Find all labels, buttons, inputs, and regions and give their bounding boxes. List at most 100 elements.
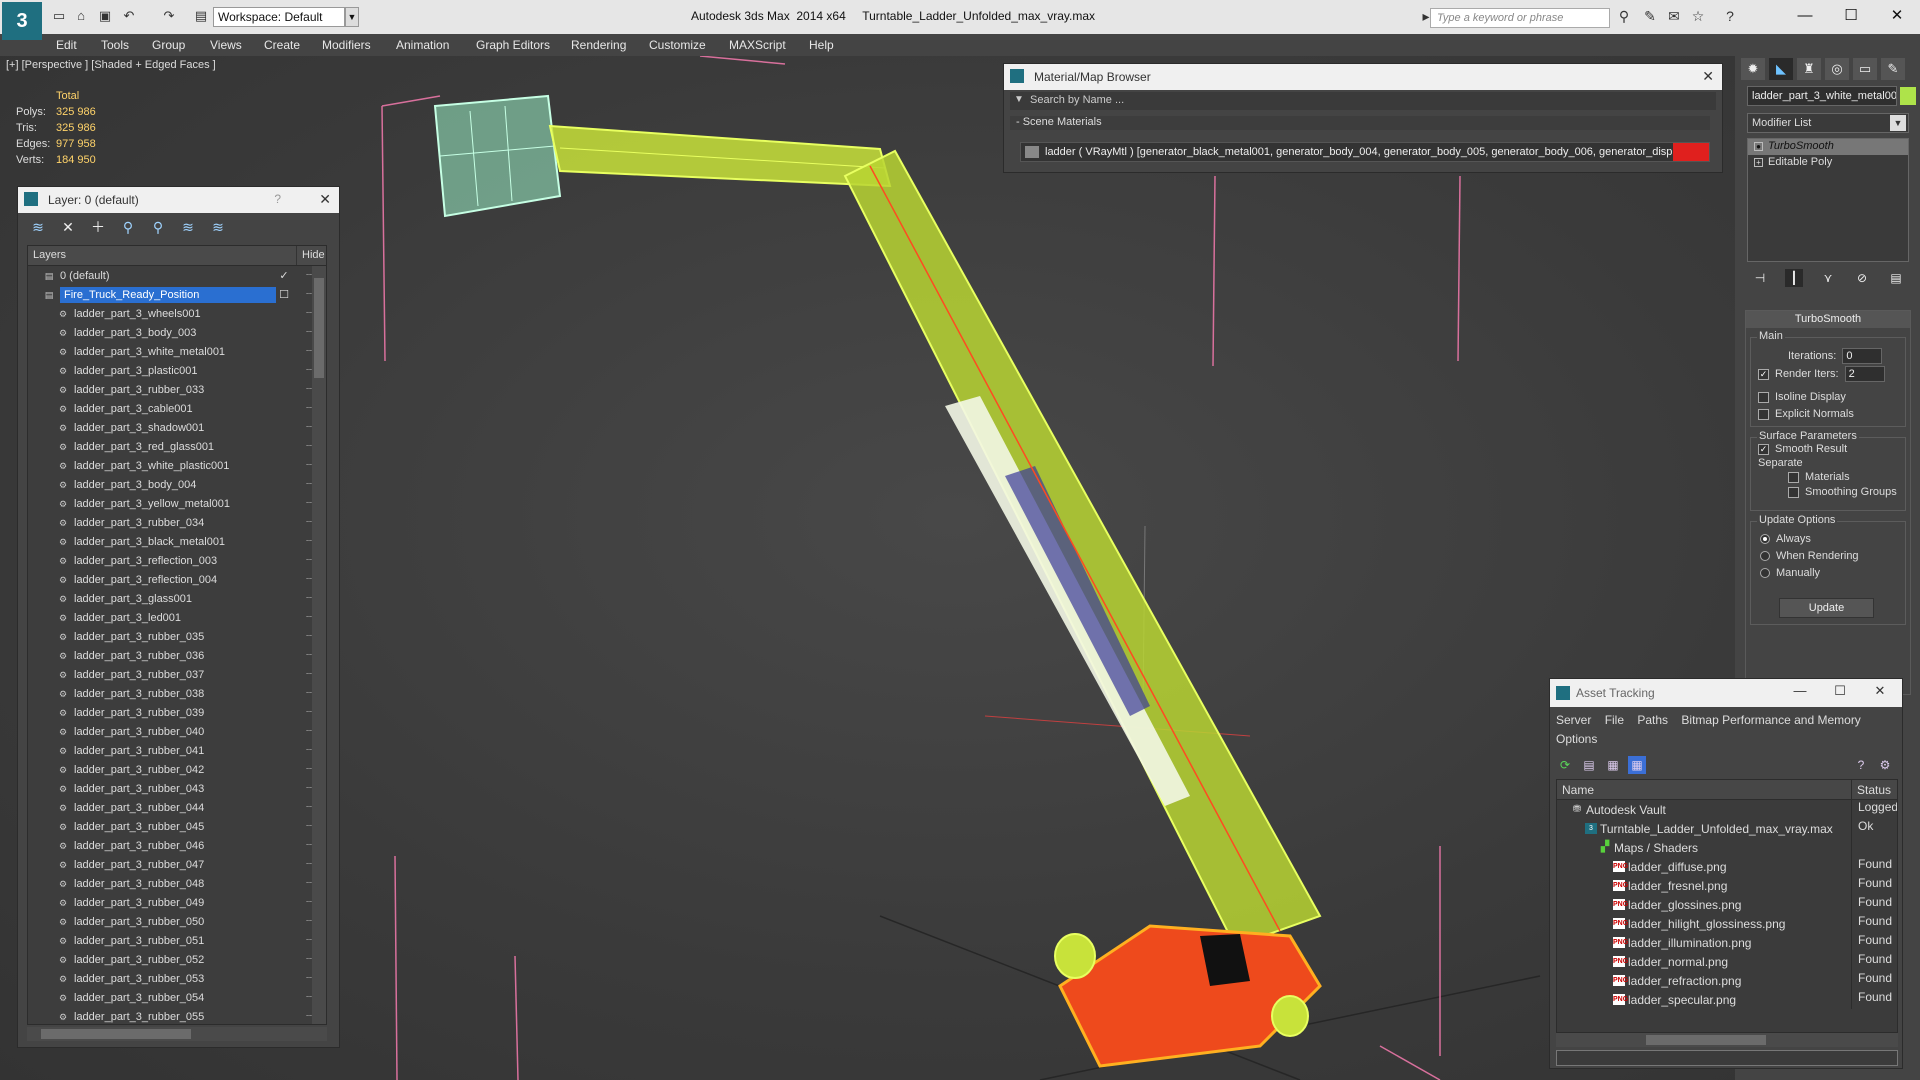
- minimize-icon[interactable]: —: [1780, 683, 1820, 703]
- asset-tracking-title[interactable]: Asset Tracking — ☐ ✕: [1550, 679, 1902, 707]
- app-logo-icon[interactable]: 3: [2, 2, 42, 40]
- smooth-result-checkbox[interactable]: ✓: [1758, 443, 1769, 455]
- table-view-icon[interactable]: ▦: [1628, 756, 1646, 774]
- isoline-checkbox[interactable]: [1758, 391, 1769, 403]
- layer-row[interactable]: ⚙ ladder_part_3_rubber_033 ┄: [28, 380, 326, 399]
- menu-animation[interactable]: Animation: [396, 38, 449, 52]
- render-iters-spinner[interactable]: 2: [1844, 366, 1885, 382]
- layer-row[interactable]: ⚙ ladder_part_3_rubber_055 ┄: [28, 1007, 326, 1024]
- current-layer-marker[interactable]: ☐: [276, 288, 292, 301]
- when-rendering-radio[interactable]: [1760, 551, 1770, 561]
- layer-row[interactable]: ⚙ ladder_part_3_white_plastic001 ┄: [28, 456, 326, 475]
- layer-row[interactable]: ⚙ ladder_part_3_body_003 ┄: [28, 323, 326, 342]
- open-file-icon[interactable]: ⌂: [72, 8, 90, 24]
- minimize-icon[interactable]: —: [1782, 4, 1828, 28]
- redo-icon[interactable]: ↷: [160, 8, 178, 24]
- new-file-icon[interactable]: ▭: [50, 8, 68, 24]
- chevron-down-icon[interactable]: ▼: [345, 7, 359, 27]
- layer-row[interactable]: ▤ Fire_Truck_Ready_Position ☐ ┄: [28, 285, 326, 304]
- subscription-icon[interactable]: ✎: [1640, 8, 1660, 28]
- chevron-down-icon[interactable]: ▼: [1014, 94, 1024, 105]
- modify-tab-icon[interactable]: ◣: [1769, 58, 1793, 80]
- column-layers[interactable]: Layers: [28, 246, 296, 265]
- menu-views[interactable]: Views: [210, 38, 242, 52]
- menu-create[interactable]: Create: [264, 38, 300, 52]
- hide-all-layers-icon[interactable]: ≋: [178, 217, 198, 237]
- show-end-result-icon[interactable]: ┃: [1785, 269, 1803, 287]
- asset-row[interactable]: 3 Turntable_Ladder_Unfolded_max_vray.max O…: [1557, 819, 1897, 838]
- menu-tools[interactable]: Tools: [101, 38, 129, 52]
- layer-row[interactable]: ⚙ ladder_part_3_rubber_051 ┄: [28, 931, 326, 950]
- display-tab-icon[interactable]: ▭: [1853, 58, 1877, 80]
- list-view-icon[interactable]: ▤: [1580, 756, 1598, 774]
- vault-help-icon[interactable]: ?: [1852, 756, 1870, 774]
- layer-row[interactable]: ⚙ ladder_part_3_plastic001 ┄: [28, 361, 326, 380]
- layer-row[interactable]: ⚙ ladder_part_3_red_glass001 ┄: [28, 437, 326, 456]
- hierarchy-tab-icon[interactable]: ♜: [1797, 58, 1821, 80]
- workspace-dropdown[interactable]: Workspace: Default: [213, 7, 345, 27]
- current-layer-marker[interactable]: ✓: [276, 269, 292, 282]
- favorites-icon[interactable]: ☆: [1688, 8, 1708, 28]
- viewport-label[interactable]: [+] [Perspective ] [Shaded + Edged Faces…: [6, 59, 216, 71]
- asset-row[interactable]: PNG ladder_specular.png Found: [1557, 990, 1897, 1009]
- iterations-spinner[interactable]: 0: [1842, 348, 1883, 364]
- binoculars-icon[interactable]: ⚲: [1614, 8, 1634, 28]
- layer-row[interactable]: ⚙ ladder_part_3_rubber_042 ┄: [28, 760, 326, 779]
- close-icon[interactable]: ✕: [1860, 683, 1900, 703]
- menu-rendering[interactable]: Rendering: [571, 38, 626, 52]
- menu-customize[interactable]: Customize: [649, 38, 706, 52]
- layer-row[interactable]: ⚙ ladder_part_3_led001 ┄: [28, 608, 326, 627]
- layer-row[interactable]: ⚙ ladder_part_3_rubber_040 ┄: [28, 722, 326, 741]
- horizontal-scrollbar[interactable]: [1556, 1033, 1898, 1047]
- object-name-field[interactable]: ladder_part_3_white_metal001: [1747, 86, 1897, 106]
- lightbulb-icon[interactable]: ●: [1754, 142, 1763, 151]
- horizontal-scrollbar[interactable]: [27, 1027, 327, 1041]
- utilities-tab-icon[interactable]: ✎: [1881, 58, 1905, 80]
- asset-row[interactable]: ▞ Maps / Shaders: [1557, 838, 1897, 857]
- material-search-input[interactable]: ▼ Search by Name ...: [1010, 92, 1716, 110]
- asset-row[interactable]: PNG ladder_fresnel.png Found: [1557, 876, 1897, 895]
- undo-icon[interactable]: ↶: [120, 8, 138, 24]
- chevron-down-icon[interactable]: ▼: [1890, 115, 1906, 131]
- help-icon[interactable]: ?: [274, 192, 281, 206]
- expand-plus-icon[interactable]: +: [1754, 158, 1763, 167]
- modifier-list-dropdown[interactable]: Modifier List ▼: [1747, 113, 1909, 133]
- layer-row[interactable]: ⚙ ladder_part_3_cable001 ┄: [28, 399, 326, 418]
- stack-item-editable-poly[interactable]: + Editable Poly: [1748, 155, 1908, 171]
- create-tab-icon[interactable]: ✹: [1741, 58, 1765, 80]
- asset-row[interactable]: PNG ladder_normal.png Found: [1557, 952, 1897, 971]
- menu-bitmap-performance[interactable]: Bitmap Performance and Memory: [1681, 713, 1860, 727]
- layer-row[interactable]: ⚙ ladder_part_3_glass001 ┄: [28, 589, 326, 608]
- layer-row[interactable]: ⚙ ladder_part_3_rubber_047 ┄: [28, 855, 326, 874]
- menu-edit[interactable]: Edit: [56, 38, 77, 52]
- layer-row[interactable]: ⚙ ladder_part_3_rubber_034 ┄: [28, 513, 326, 532]
- layer-row[interactable]: ⚙ ladder_part_3_rubber_043 ┄: [28, 779, 326, 798]
- vault-settings-icon[interactable]: ⚙: [1876, 756, 1894, 774]
- layer-row[interactable]: ⚙ ladder_part_3_rubber_048 ┄: [28, 874, 326, 893]
- layer-row[interactable]: ⚙ ladder_part_3_yellow_metal001 ┄: [28, 494, 326, 513]
- layer-row[interactable]: ⚙ ladder_part_3_rubber_054 ┄: [28, 988, 326, 1007]
- object-color-swatch[interactable]: [1900, 87, 1916, 105]
- layer-row[interactable]: ⚙ ladder_part_3_white_metal001 ┄: [28, 342, 326, 361]
- explicit-normals-checkbox[interactable]: [1758, 408, 1769, 420]
- layer-row[interactable]: ⚙ ladder_part_3_rubber_041 ┄: [28, 741, 326, 760]
- menu-server[interactable]: Server: [1556, 713, 1591, 727]
- help-icon[interactable]: ?: [1720, 8, 1740, 28]
- layer-row[interactable]: ⚙ ladder_part_3_rubber_049 ┄: [28, 893, 326, 912]
- layer-row[interactable]: ⚙ ladder_part_3_black_metal001 ┄: [28, 532, 326, 551]
- render-iters-checkbox[interactable]: ✓: [1758, 368, 1769, 380]
- create-layer-icon[interactable]: ≋: [28, 217, 48, 237]
- asset-row[interactable]: PNG ladder_refraction.png Found: [1557, 971, 1897, 990]
- close-icon[interactable]: ✕: [1874, 4, 1920, 28]
- layer-row[interactable]: ⚙ ladder_part_3_reflection_004 ┄: [28, 570, 326, 589]
- maximize-icon[interactable]: ☐: [1820, 683, 1860, 703]
- scrollbar-thumb[interactable]: [314, 278, 324, 378]
- asset-row[interactable]: ⛃ Autodesk Vault Logged: [1557, 800, 1897, 819]
- thumbnail-view-icon[interactable]: ▦: [1604, 756, 1622, 774]
- layer-row[interactable]: ⚙ ladder_part_3_rubber_036 ┄: [28, 646, 326, 665]
- layer-row[interactable]: ⚙ ladder_part_3_rubber_039 ┄: [28, 703, 326, 722]
- delete-layer-icon[interactable]: ✕: [58, 217, 78, 237]
- search-input[interactable]: Type a keyword or phrase: [1430, 8, 1610, 28]
- update-button[interactable]: Update: [1779, 598, 1874, 618]
- asset-row[interactable]: PNG ladder_illumination.png Found: [1557, 933, 1897, 952]
